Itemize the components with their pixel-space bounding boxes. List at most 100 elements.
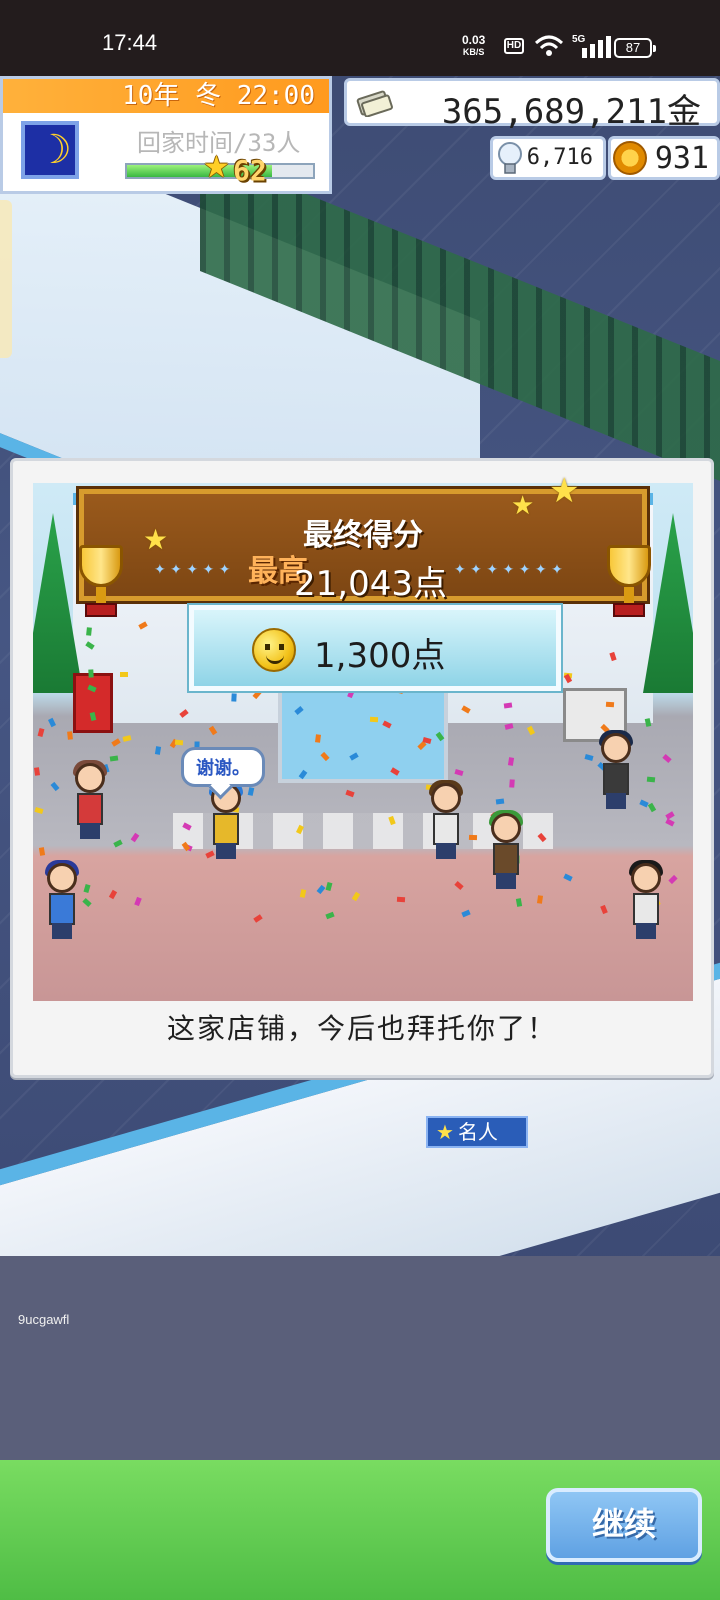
battery-icon: 87 [614,38,656,58]
star-icon: ★ [511,491,535,521]
confetti-piece [122,735,132,742]
trophy-icon-left [69,545,133,625]
network-speed-unit: KB/S [462,47,485,57]
money-panel: 365,689,211金 [344,78,720,132]
confetti-piece [108,889,118,900]
level-number: 62 [233,154,267,187]
money-icon [356,90,393,117]
camera-crew [423,780,469,863]
confetti-piece [468,834,478,841]
confetti-piece [454,880,464,891]
confetti-piece [315,734,321,743]
confetti-piece [351,891,361,902]
status-time: 17:44 [102,30,158,55]
confetti-piece [67,731,73,740]
confetti-piece [646,776,656,783]
continue-button[interactable]: 继续 [546,1488,702,1562]
money-value: 365,689,211金 [441,92,701,132]
postbox [73,673,113,733]
star-icon: ★ [203,150,230,185]
status-bar: 17:44 0.03 KB/S HD 5G 87 [0,0,720,76]
confetti-piece [47,717,57,728]
celebrity-label: 名人 [457,1120,498,1144]
star-icon: ★ [143,523,169,556]
medals-value: 931 [654,141,709,176]
side-drawer-tab[interactable] [0,200,12,358]
confetti-piece [253,914,263,923]
confetti-piece [86,627,92,636]
confetti-piece [461,909,471,918]
moon-icon: ☽ [21,121,79,179]
dialog-message: 这家店铺，今后也拜托你了！ [166,1012,557,1045]
confetti-piece [37,727,45,738]
confetti-piece [325,881,333,892]
earned-points-box: 1,300点 [187,603,563,693]
confetti-piece [454,768,464,777]
best-score-value: 21,043点 [294,564,447,604]
watermark: 9ucgawfl [18,1312,70,1327]
confetti-piece [605,701,615,708]
confetti-piece [111,738,121,747]
confetti-piece [668,874,678,885]
confetti-piece [130,832,140,843]
confetti-piece [536,895,544,904]
street [0,1256,720,1460]
confetti-piece [88,669,94,678]
smiley-icon [252,628,296,672]
hd-icon: HD [504,38,524,54]
confetti-piece [231,693,237,702]
confetti-piece [120,672,128,677]
result-dialog: 谢谢。 最终得分 ✦ ✦ ✦ ✦ ✦ ✦ ✦ ✦ ✦ ✦ ✦ ✦ 最高 21,0… [10,458,714,1078]
network-speed-value: 0.03 [462,33,486,47]
game-date: 10年 冬 22:00 [3,79,329,113]
medal-icon [613,141,647,175]
confetti-piece [509,779,515,788]
confetti-piece [109,755,119,762]
confetti-piece [647,802,657,813]
confetti-piece [33,767,41,776]
confetti-piece [38,847,46,856]
confetti-piece [495,798,505,805]
lightbulb-icon [498,142,522,174]
confetti-piece [563,873,573,882]
customer [67,760,113,843]
confetti-piece [299,889,307,898]
confetti-piece [325,911,335,920]
star-icon: ★ [436,1120,454,1144]
confetti-piece [396,896,406,903]
confetti-piece [639,799,649,808]
ideas-panel: 6,716 [490,136,606,180]
store-door [278,683,448,783]
confetti-piece [507,757,515,766]
wifi-icon [534,35,564,56]
trophy-icon-right [597,545,661,625]
confetti-piece [345,789,355,798]
customer [39,860,85,943]
confetti-piece [113,839,123,848]
confetti-piece [174,739,184,746]
earned-points-value: 1,300点 [314,636,446,676]
time-panel: 10年 冬 22:00 ☽ 回家时间/33人 ★ 62 [0,76,332,194]
medals-panel: 931 [608,136,720,180]
customer [593,730,639,813]
confetti-piece [316,884,326,895]
celebrity-badge[interactable]: ★ 名人 [426,1116,528,1148]
network-speed: 0.03 KB/S [462,34,485,58]
confetti-piece [515,898,523,907]
confetti-piece [34,806,44,815]
star-icon: ★ [549,471,580,511]
confetti-piece [665,818,675,827]
signal-icon [582,36,611,58]
confetti-piece [154,746,162,755]
confetti-piece [50,781,60,792]
confetti-piece [526,725,536,736]
confetti-piece [504,723,514,730]
speech-bubble: 谢谢。 [181,747,265,787]
confetti-piece [369,716,379,723]
confetti-piece [134,896,142,907]
confetti-piece [208,725,218,736]
confetti-piece [662,753,672,764]
ideas-value: 6,716 [526,145,593,170]
customer [203,780,249,863]
camera-crew [483,810,529,893]
